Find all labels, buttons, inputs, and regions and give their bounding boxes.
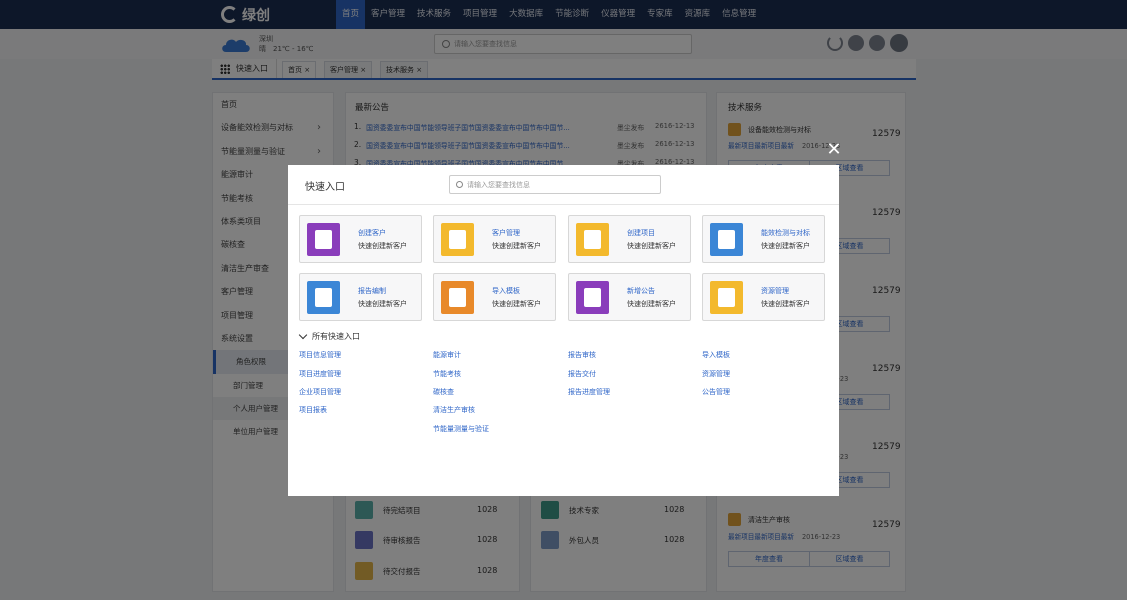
quick-link[interactable]: 项目信息管理 [299, 350, 341, 360]
quick-card-title: 报告编制 [358, 287, 386, 295]
quick-card-title: 资源管理 [761, 287, 789, 295]
quick-card-desc: 快速创建新客户 [358, 300, 407, 308]
quick-card-desc: 快速创建新客户 [492, 242, 541, 250]
quick-entry-modal: 快速入口 请输入您要查找信息 创建客户 快速创建新客户 客户管理 快速创建新客户… [288, 165, 839, 496]
quick-card-efficiency-test[interactable]: 能效检测与对标 快速创建新客户 [702, 215, 825, 263]
quick-link[interactable]: 报告审核 [568, 350, 596, 360]
quick-card-create-project[interactable]: 创建项目 快速创建新客户 [568, 215, 691, 263]
megaphone-icon [576, 281, 609, 314]
project-icon [576, 223, 609, 256]
quick-card-new-notice[interactable]: 新增公告 快速创建新客户 [568, 273, 691, 321]
search-placeholder: 请输入您要查找信息 [467, 181, 530, 189]
modal-search-input[interactable]: 请输入您要查找信息 [449, 175, 661, 194]
divider [288, 204, 839, 205]
quick-card-desc: 快速创建新客户 [358, 242, 407, 250]
word-doc-icon [307, 281, 340, 314]
quick-link[interactable]: 资源管理 [702, 369, 730, 379]
user-manage-icon [441, 223, 474, 256]
quick-card-import-template[interactable]: 导入模板 快速创建新客户 [433, 273, 556, 321]
quick-link[interactable]: 清洁生产审核 [433, 405, 475, 415]
modal-title: 快速入口 [305, 182, 345, 193]
chevron-down-icon [298, 330, 308, 340]
quick-link[interactable]: 公告管理 [702, 387, 730, 397]
quick-card-desc: 快速创建新客户 [492, 300, 541, 308]
quick-card-report-compile[interactable]: 报告编制 快速创建新客户 [299, 273, 422, 321]
quick-link[interactable]: 节能考核 [433, 369, 461, 379]
quick-card-desc: 快速创建新客户 [627, 242, 676, 250]
quick-link[interactable]: 能源审计 [433, 350, 461, 360]
add-user-icon [307, 223, 340, 256]
notebook-icon [710, 281, 743, 314]
quick-card-title: 新增公告 [627, 287, 655, 295]
quick-card-title: 创建项目 [627, 229, 655, 237]
quick-card-desc: 快速创建新客户 [761, 300, 810, 308]
quick-card-title: 导入模板 [492, 287, 520, 295]
all-quick-entries-toggle[interactable]: 所有快速入口 [298, 330, 360, 342]
close-icon[interactable]: ✕ [826, 141, 842, 159]
quick-card-desc: 快速创建新客户 [761, 242, 810, 250]
quick-card-create-customer[interactable]: 创建客户 快速创建新客户 [299, 215, 422, 263]
quick-link[interactable]: 报告进度管理 [568, 387, 610, 397]
quick-link[interactable]: 节能量测量与验证 [433, 424, 489, 434]
quick-link[interactable]: 企业项目管理 [299, 387, 341, 397]
quick-card-title: 创建客户 [358, 229, 386, 237]
quick-card-desc: 快速创建新客户 [627, 300, 676, 308]
quick-link[interactable]: 报告交付 [568, 369, 596, 379]
quick-card-resource-management[interactable]: 资源管理 快速创建新客户 [702, 273, 825, 321]
search-icon [456, 181, 463, 188]
quick-link[interactable]: 导入模板 [702, 350, 730, 360]
import-icon [441, 281, 474, 314]
quick-link[interactable]: 碳核查 [433, 387, 454, 397]
quick-link[interactable]: 项目进度管理 [299, 369, 341, 379]
quick-card-title: 客户管理 [492, 229, 520, 237]
quick-link[interactable]: 项目报表 [299, 405, 327, 415]
all-quick-entries-label: 所有快速入口 [312, 332, 360, 341]
hourglass-icon [710, 223, 743, 256]
quick-card-customer-management[interactable]: 客户管理 快速创建新客户 [433, 215, 556, 263]
quick-card-title: 能效检测与对标 [761, 229, 810, 237]
